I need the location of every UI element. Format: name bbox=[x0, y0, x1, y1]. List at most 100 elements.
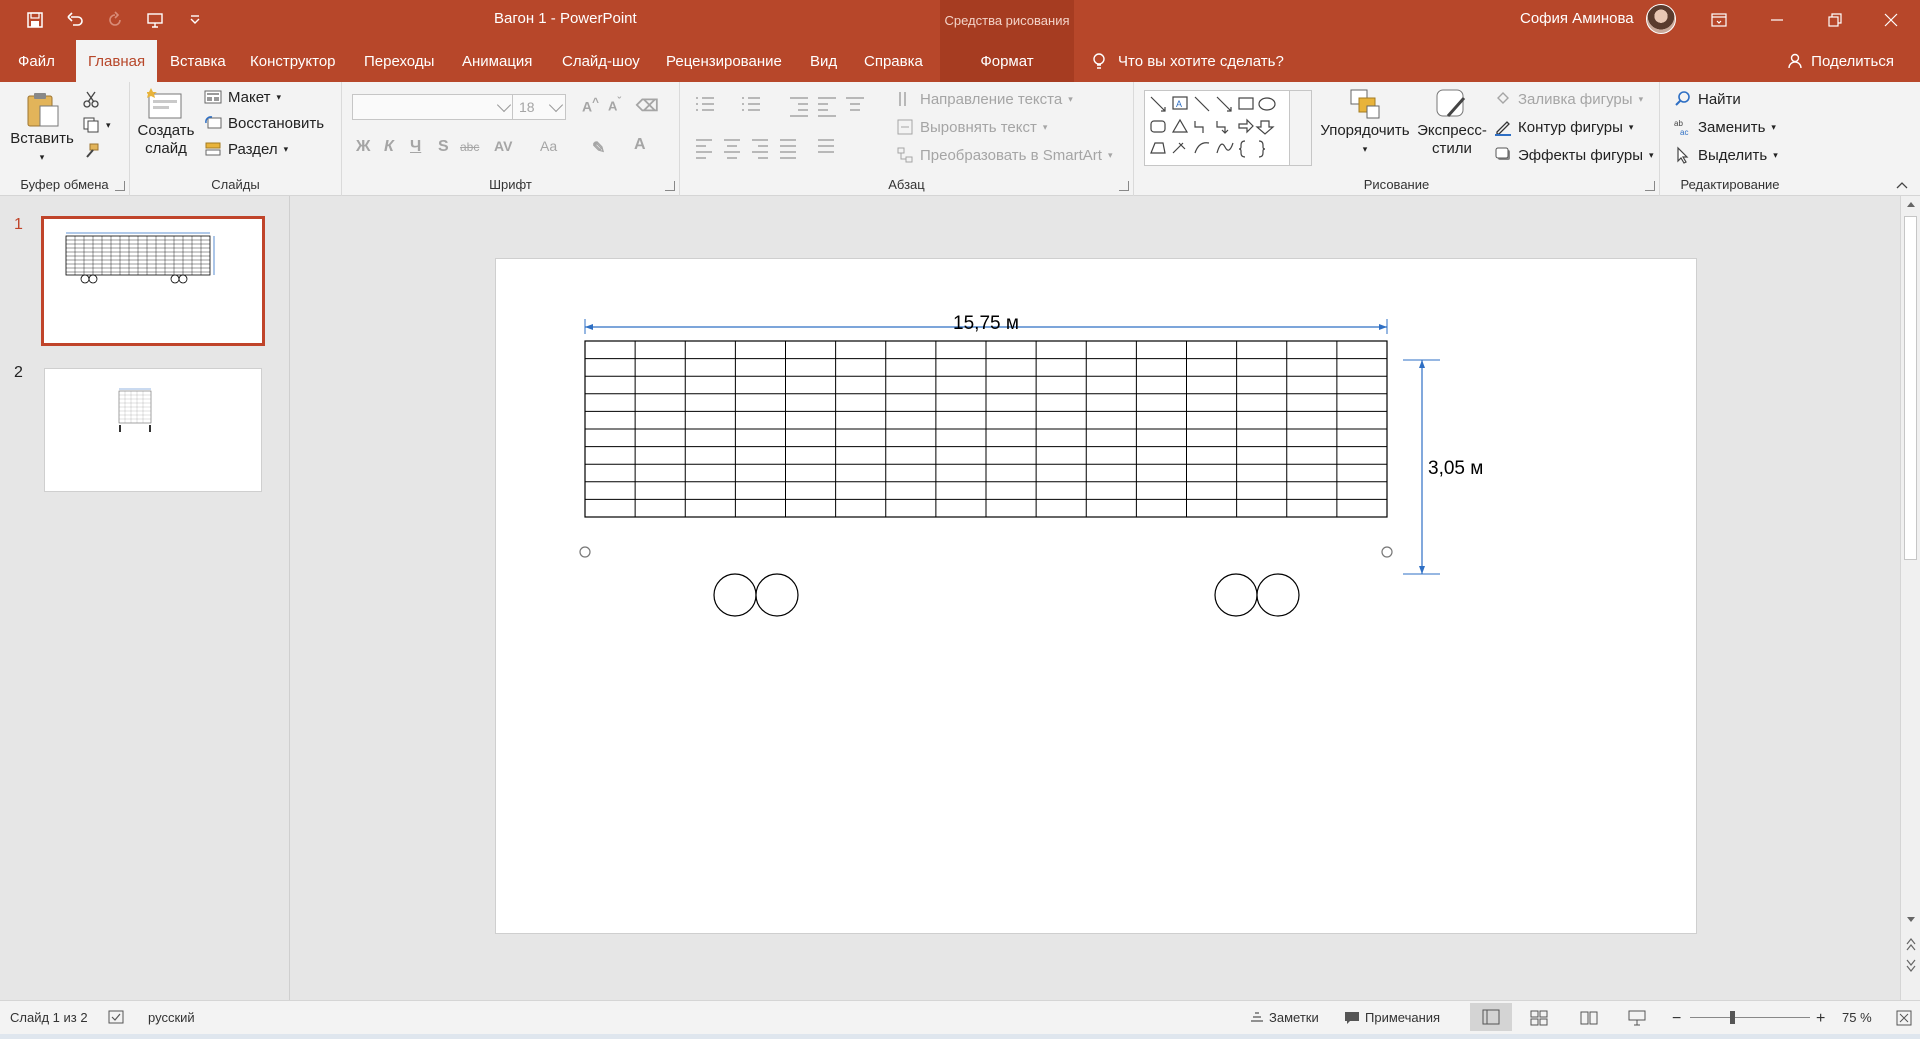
bold-button[interactable]: Ж bbox=[356, 138, 370, 156]
cut-button[interactable] bbox=[82, 90, 100, 108]
reading-view-icon[interactable] bbox=[1580, 1010, 1598, 1026]
font-name-combo[interactable] bbox=[352, 94, 514, 120]
tab-insert[interactable]: Вставка bbox=[158, 40, 238, 82]
strikethrough-button[interactable]: abc bbox=[460, 140, 479, 154]
notes-button[interactable]: Заметки bbox=[1250, 1010, 1319, 1025]
format-painter-button[interactable] bbox=[82, 142, 100, 160]
customize-qat-icon[interactable] bbox=[178, 6, 212, 34]
next-slide-icon[interactable] bbox=[1906, 958, 1916, 972]
slideshow-view-icon[interactable] bbox=[1628, 1010, 1646, 1026]
slide-sorter-icon[interactable] bbox=[1530, 1010, 1548, 1026]
previous-slide-icon[interactable] bbox=[1906, 938, 1916, 952]
restore-icon[interactable] bbox=[1806, 0, 1864, 40]
italic-button[interactable]: К bbox=[384, 138, 394, 156]
close-icon[interactable] bbox=[1862, 0, 1920, 40]
paragraph-launcher-icon[interactable] bbox=[1119, 181, 1129, 191]
tab-file[interactable]: Файл bbox=[6, 40, 67, 82]
shrink-font-icon[interactable]: Aˇ bbox=[608, 96, 621, 113]
avatar[interactable] bbox=[1646, 4, 1676, 34]
wheel-2[interactable] bbox=[755, 573, 799, 617]
tell-me-search[interactable]: Что вы хотите сделать? bbox=[1090, 40, 1284, 82]
wheel-1[interactable] bbox=[713, 573, 757, 617]
wheel-4[interactable] bbox=[1256, 573, 1300, 617]
arrange-button[interactable]: Упорядочить ▾ bbox=[1320, 88, 1410, 158]
scroll-up-icon[interactable] bbox=[1906, 200, 1916, 210]
font-name-dropdown-icon[interactable] bbox=[496, 97, 512, 113]
save-icon[interactable] bbox=[18, 6, 52, 34]
share-button[interactable]: Поделиться bbox=[1787, 40, 1894, 82]
tab-review[interactable]: Рецензирование bbox=[654, 40, 794, 82]
minimize-icon[interactable] bbox=[1748, 0, 1806, 40]
zoom-out-button[interactable]: − bbox=[1672, 1010, 1681, 1028]
zoom-slider[interactable] bbox=[1690, 1017, 1810, 1018]
drawing-launcher-icon[interactable] bbox=[1645, 181, 1655, 191]
comments-button[interactable]: Примечания bbox=[1344, 1010, 1440, 1025]
find-button[interactable]: Найти bbox=[1674, 90, 1741, 108]
align-text-button[interactable]: Выровнять текст ▾ bbox=[896, 118, 1047, 136]
tab-home[interactable]: Главная bbox=[76, 40, 158, 82]
zoom-level[interactable]: 75 % bbox=[1842, 1010, 1872, 1025]
vertical-scrollbar[interactable] bbox=[1900, 196, 1920, 1000]
fit-to-window-icon[interactable] bbox=[1896, 1010, 1912, 1026]
text-direction-button[interactable]: Направление текста ▾ bbox=[896, 90, 1073, 108]
tab-format[interactable]: Формат bbox=[940, 40, 1074, 82]
tab-transitions[interactable]: Переходы bbox=[352, 40, 446, 82]
font-size-combo[interactable]: 18 bbox=[512, 94, 566, 120]
collapse-ribbon-icon[interactable] bbox=[1896, 180, 1908, 192]
shape-outline-label: Контур фигуры bbox=[1518, 118, 1623, 136]
wheel-3[interactable] bbox=[1214, 573, 1258, 617]
clipboard-launcher-icon[interactable] bbox=[115, 181, 125, 191]
select-button[interactable]: Выделить ▾ bbox=[1674, 146, 1778, 164]
font-launcher-icon[interactable] bbox=[665, 181, 675, 191]
shape-effects-button[interactable]: Эффекты фигуры ▾ bbox=[1494, 146, 1654, 164]
shapes-gallery[interactable]: A bbox=[1144, 90, 1312, 166]
selection-handle-right[interactable] bbox=[1381, 546, 1393, 558]
spellcheck-icon[interactable] bbox=[108, 1010, 126, 1026]
highlight-icon[interactable]: ✎ bbox=[592, 138, 605, 158]
section-button[interactable]: Раздел ▾ bbox=[204, 140, 288, 158]
zoom-slider-thumb[interactable] bbox=[1730, 1011, 1735, 1024]
tab-view[interactable]: Вид bbox=[798, 40, 849, 82]
clear-formatting-icon[interactable]: ⌫ bbox=[636, 96, 659, 116]
slide-thumbnail-2[interactable] bbox=[44, 368, 262, 492]
user-name[interactable]: София Аминова bbox=[1520, 10, 1634, 27]
zoom-in-button[interactable]: + bbox=[1816, 1010, 1825, 1028]
shadow-button[interactable]: S bbox=[438, 138, 449, 156]
smartart-button[interactable]: Преобразовать в SmartArt ▾ bbox=[896, 146, 1112, 164]
shape-outline-button[interactable]: Контур фигуры ▾ bbox=[1494, 118, 1633, 136]
tab-slideshow[interactable]: Слайд-шоу bbox=[550, 40, 652, 82]
quick-styles-button[interactable]: Экспресс- стили bbox=[1412, 88, 1492, 158]
shape-fill-button[interactable]: Заливка фигуры ▾ bbox=[1494, 90, 1643, 108]
font-color-button[interactable]: A bbox=[634, 136, 646, 154]
underline-button[interactable]: Ч bbox=[410, 138, 421, 156]
scrollbar-thumb[interactable] bbox=[1904, 216, 1917, 560]
copy-button[interactable]: ▾ bbox=[82, 116, 111, 134]
tab-animations[interactable]: Анимация bbox=[450, 40, 544, 82]
character-spacing-button[interactable]: AV bbox=[494, 138, 512, 154]
replace-button[interactable]: ab ac Заменить ▾ bbox=[1674, 118, 1776, 137]
scroll-down-icon[interactable] bbox=[1906, 914, 1916, 924]
width-label[interactable]: 15,75 м bbox=[953, 313, 1019, 334]
start-slideshow-icon[interactable] bbox=[138, 6, 172, 34]
paragraph-tools-icons[interactable] bbox=[694, 94, 874, 164]
wagon-body-grid[interactable] bbox=[584, 340, 1388, 518]
font-size-dropdown-icon[interactable] bbox=[548, 97, 564, 113]
tab-help[interactable]: Справка bbox=[852, 40, 935, 82]
current-slide[interactable]: 15,75 м 3,05 м bbox=[495, 258, 1697, 934]
layout-button[interactable]: Макет ▾ bbox=[204, 88, 281, 106]
change-case-button[interactable]: Aa bbox=[540, 138, 557, 154]
language-indicator[interactable]: русский bbox=[148, 1010, 195, 1025]
normal-view-button[interactable] bbox=[1470, 1003, 1512, 1031]
undo-icon[interactable] bbox=[58, 6, 92, 34]
new-slide-button[interactable]: Создать слайд bbox=[136, 88, 196, 158]
slide-thumbnail-1[interactable] bbox=[41, 216, 265, 346]
height-label[interactable]: 3,05 м bbox=[1428, 458, 1483, 479]
selection-handle-left[interactable] bbox=[579, 546, 591, 558]
paste-button[interactable]: Вставить ▾ bbox=[8, 90, 76, 166]
ribbon-display-options-icon[interactable] bbox=[1690, 0, 1748, 40]
tab-design[interactable]: Конструктор bbox=[238, 40, 348, 82]
grow-font-icon[interactable]: A^ bbox=[582, 96, 599, 115]
redo-icon[interactable] bbox=[98, 6, 132, 34]
shapes-gallery-scroll[interactable] bbox=[1289, 91, 1311, 165]
reset-button[interactable]: Восстановить bbox=[204, 114, 324, 132]
